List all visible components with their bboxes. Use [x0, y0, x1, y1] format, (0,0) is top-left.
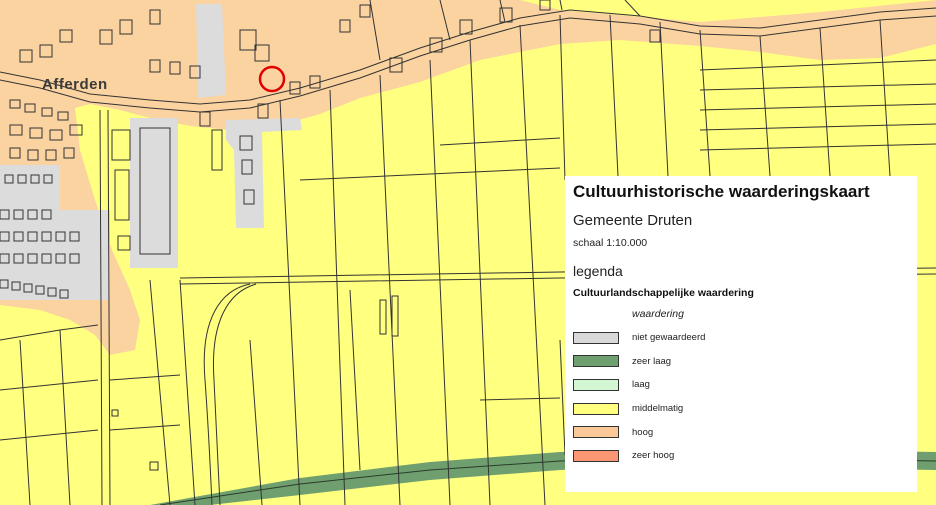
legend-title: Cultuurhistorische waarderingskaart: [573, 182, 870, 201]
legend-item: middelmatig: [573, 397, 909, 421]
legend-item-label: zeer hoog: [632, 450, 675, 462]
legend-valuation-label: waardering: [632, 308, 684, 320]
legend-item-label: hoog: [632, 426, 654, 438]
legend-swatch: [573, 402, 619, 415]
legend-item-label: zeer laag: [632, 355, 672, 367]
legend-panel: Cultuurhistorische waarderingskaart Geme…: [565, 176, 917, 492]
legend-municipality: Gemeente Druten: [573, 212, 693, 229]
unvalued-zone-industrial: [130, 118, 178, 268]
unvalued-zone-north: [196, 4, 226, 98]
legend-heading: legenda: [573, 263, 623, 279]
legend-swatch: [573, 426, 619, 439]
legend-item: niet gewaardeerd: [573, 326, 909, 350]
legend-item-label: niet gewaardeerd: [632, 332, 706, 344]
legend-item: zeer laag: [573, 350, 909, 374]
legend-subheading: Cultuurlandschappelijke waardering: [573, 287, 754, 299]
legend-item: zeer hoog: [573, 444, 909, 468]
legend-items: niet gewaardeerd zeer laag laag middelma…: [573, 326, 909, 468]
place-label: Afferden: [42, 76, 108, 93]
legend-swatch: [573, 331, 619, 344]
legend-item-label: middelmatig: [632, 403, 684, 415]
legend-item: laag: [573, 373, 909, 397]
legend-swatch: [573, 449, 619, 462]
map-view[interactable]: Afferden Cultuurhistorische waarderingsk…: [0, 0, 936, 505]
legend-item: hoog: [573, 420, 909, 444]
legend-swatch: [573, 378, 619, 391]
legend-item-label: laag: [632, 379, 650, 391]
legend-swatch: [573, 355, 619, 368]
legend-scale: schaal 1:10.000: [573, 237, 648, 249]
